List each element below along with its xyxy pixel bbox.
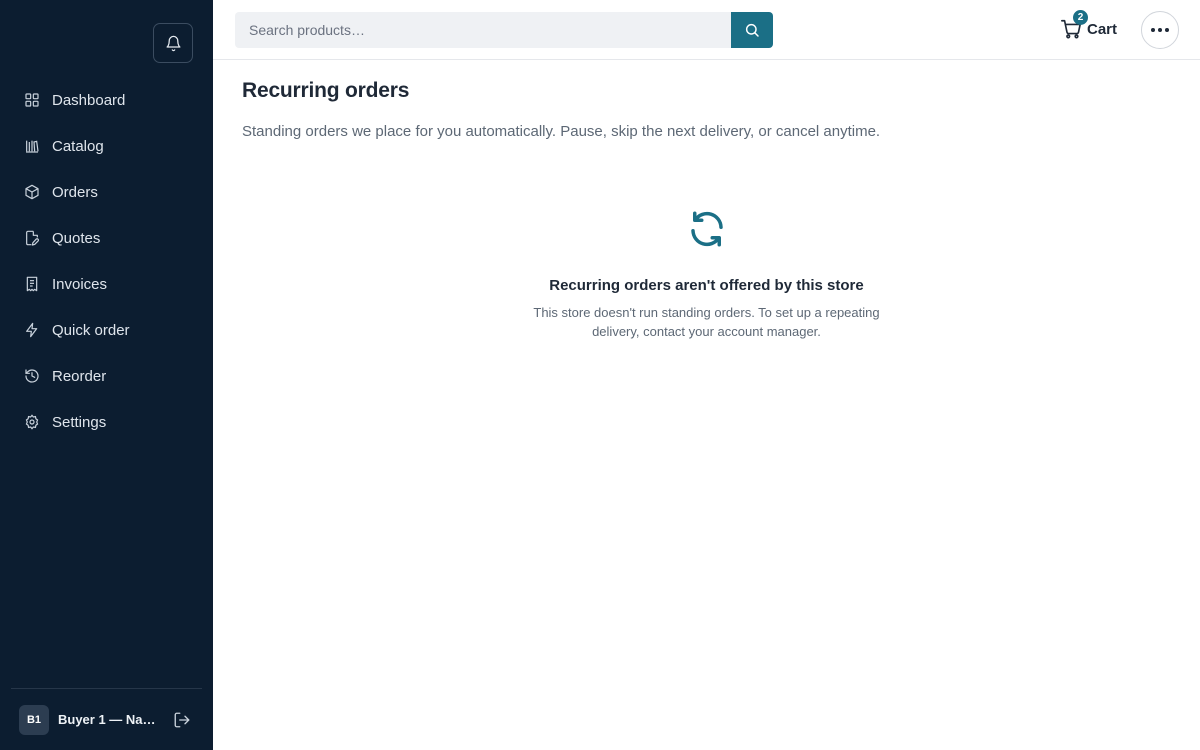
- user-name: Buyer 1 — Nairobi: [58, 712, 158, 727]
- books-icon: [24, 138, 40, 154]
- cart-icon: 2: [1060, 10, 1088, 40]
- history-icon: [24, 368, 40, 384]
- empty-state-title: Recurring orders aren't offered by this …: [549, 277, 864, 294]
- search-button[interactable]: [731, 12, 773, 48]
- user-footer: B1 Buyer 1 — Nairobi: [11, 688, 202, 750]
- sidebar-item-invoices[interactable]: Invoices: [0, 261, 213, 307]
- sidebar-item-quick-order[interactable]: Quick order: [0, 307, 213, 353]
- sidebar-item-label: Dashboard: [52, 91, 126, 109]
- sidebar-item-dashboard[interactable]: Dashboard: [0, 77, 213, 123]
- sidebar-item-quotes[interactable]: Quotes: [0, 215, 213, 261]
- sidebar-item-orders[interactable]: Orders: [0, 169, 213, 215]
- logout-icon: [174, 712, 190, 727]
- notifications-button[interactable]: [153, 23, 193, 63]
- empty-state-text: This store doesn't run standing orders. …: [533, 305, 880, 339]
- cart-count-badge: 2: [1073, 10, 1088, 25]
- empty-state: Recurring orders aren't offered by this …: [213, 205, 1200, 341]
- topbar: 2 Cart: [213, 0, 1200, 60]
- bolt-icon: [24, 322, 40, 338]
- sidebar: Dashboard Catalog Orders Quotes Invoices…: [0, 0, 213, 750]
- page-title: Recurring orders: [242, 79, 410, 102]
- sidebar-item-settings[interactable]: Settings: [0, 399, 213, 445]
- sidebar-nav: Dashboard Catalog Orders Quotes Invoices…: [0, 77, 213, 445]
- sidebar-item-label: Settings: [52, 413, 107, 431]
- sidebar-item-label: Reorder: [52, 367, 107, 385]
- avatar[interactable]: B1: [19, 704, 49, 735]
- box-icon: [24, 184, 40, 200]
- sidebar-item-label: Invoices: [52, 275, 108, 293]
- cart-label: Cart: [1087, 20, 1118, 38]
- receipt-icon: [24, 276, 40, 292]
- search-icon: [745, 23, 759, 37]
- sidebar-item-label: Quick order: [52, 321, 130, 339]
- bell-icon: [165, 35, 181, 51]
- main-content: Recurring orders Standing orders we plac…: [213, 60, 1200, 750]
- cart-button[interactable]: 2 Cart: [1060, 10, 1118, 44]
- sidebar-item-label: Orders: [52, 183, 98, 201]
- search-input[interactable]: [235, 12, 731, 48]
- more-menu-button[interactable]: [1141, 11, 1179, 49]
- page-subtitle: Standing orders we place for you automat…: [242, 123, 881, 140]
- more-horizontal-icon: [1151, 28, 1169, 32]
- gear-icon: [24, 414, 40, 430]
- logout-button[interactable]: [172, 710, 192, 730]
- refresh-icon: [686, 205, 728, 253]
- quote-icon: [24, 230, 40, 246]
- sidebar-item-reorder[interactable]: Reorder: [0, 353, 213, 399]
- sidebar-item-catalog[interactable]: Catalog: [0, 123, 213, 169]
- sidebar-item-label: Catalog: [52, 137, 104, 155]
- sidebar-item-label: Quotes: [52, 229, 101, 247]
- grid-icon: [24, 92, 40, 108]
